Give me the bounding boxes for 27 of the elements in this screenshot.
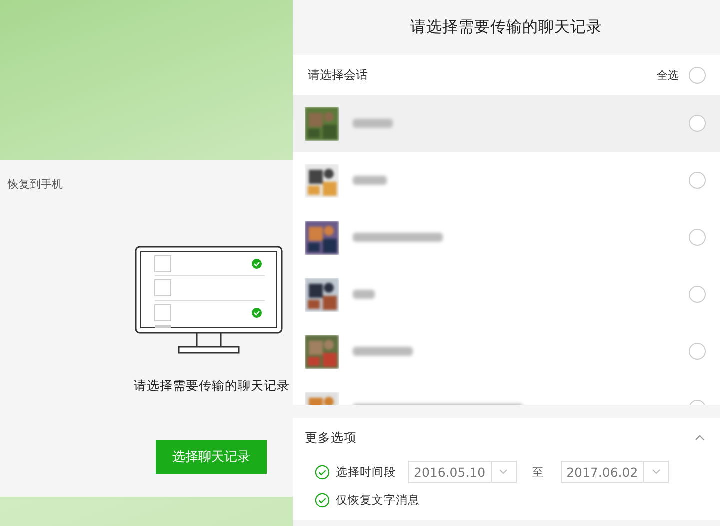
select-all-toggle[interactable]: 全选 [657,66,706,84]
caret-icon [652,469,661,475]
conversation-row[interactable] [293,95,720,152]
radio-button[interactable] [689,229,706,246]
date-dropdown[interactable]: 2017.06.02 [560,461,670,483]
radio-button[interactable] [689,172,706,189]
option-label: 选择时间段 [336,464,396,480]
instruction-text: 请选择需要传输的聊天记录 [134,378,290,395]
radio-button[interactable] [689,115,706,132]
radio-button[interactable] [689,343,706,360]
card-label: 恢复到手机 [8,177,63,192]
blurred-name [353,347,413,356]
blurred-name [353,176,387,185]
checked-circle-icon[interactable] [315,492,330,508]
section-title: 更多选项 [305,430,357,446]
chevron-up-icon[interactable] [694,434,706,442]
date-dropdown[interactable]: 2016.05.10 [408,461,517,483]
panel-title: 请选择需要传输的聊天记录 [410,17,602,38]
blurred-name [353,290,375,299]
range-separator: 至 [532,464,544,480]
list-header: 请选择会话 [308,66,368,84]
blurred-name [353,119,393,128]
caret-icon [499,469,508,475]
checked-circle-icon[interactable] [315,464,330,480]
radio-button[interactable] [689,286,706,303]
option-label: 仅恢复文字消息 [336,492,420,508]
select-records-button[interactable]: 选择聊天记录 [156,440,267,474]
